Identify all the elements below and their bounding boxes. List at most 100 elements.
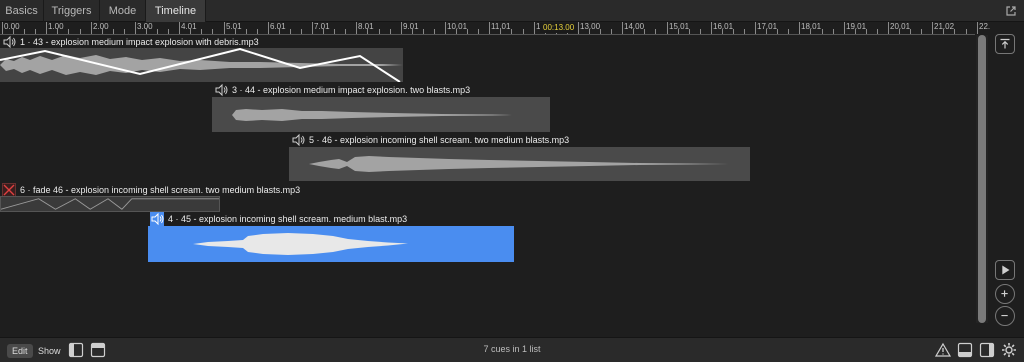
cue-header-5[interactable]: 5 · 46 - explosion incoming shell scream…: [291, 133, 569, 147]
cue-header-4[interactable]: 4 · 45 - explosion incoming shell scream…: [150, 212, 407, 226]
ruler-tick-minor: [700, 29, 701, 34]
ruler-tick-minor: [423, 29, 424, 34]
ruler-tick-minor: [689, 29, 690, 34]
ruler-tick-minor: [467, 29, 468, 34]
ruler-tick-minor: [124, 29, 125, 34]
ruler-tick-minor: [943, 29, 944, 34]
ruler-tick-minor: [833, 29, 834, 34]
cue-body-3[interactable]: [212, 97, 550, 132]
ruler-tick-minor: [279, 29, 280, 34]
ruler-tick-minor: [35, 29, 36, 34]
tab-basics[interactable]: Basics: [0, 0, 44, 22]
ruler-tick-minor: [212, 29, 213, 34]
ruler-tick-minor: [511, 29, 512, 34]
ruler-tick-minor: [57, 29, 58, 34]
ruler-tick-label: 5.01: [226, 22, 242, 31]
speaker-icon[interactable]: [150, 212, 164, 226]
ruler-tick-minor: [157, 29, 158, 34]
ruler-tick-minor: [500, 29, 501, 34]
cue-header-6[interactable]: 6 · fade 46 - explosion incoming shell s…: [2, 183, 300, 197]
vertical-scrollbar[interactable]: [976, 35, 988, 323]
ruler-tick-minor: [257, 29, 258, 34]
scrollbar-thumb[interactable]: [978, 35, 986, 323]
ruler-tick-minor: [80, 29, 81, 34]
cue-label: 3 · 44 - explosion medium impact explosi…: [232, 85, 471, 95]
tab-triggers[interactable]: Triggers: [44, 0, 100, 22]
cue-header-1[interactable]: 1 · 43 - explosion medium impact explosi…: [2, 35, 259, 49]
cue-header-3[interactable]: 3 · 44 - explosion medium impact explosi…: [214, 83, 470, 97]
ruler-tick-label: 4.01: [181, 22, 197, 31]
speaker-icon[interactable]: [2, 35, 16, 49]
ruler-tick-minor: [345, 29, 346, 34]
ruler-tick-label: 2.00: [93, 22, 109, 31]
fit-to-top-icon[interactable]: [995, 34, 1015, 54]
gear-icon[interactable]: [1001, 342, 1017, 358]
ruler-tick-minor: [633, 29, 634, 34]
cue-label: 1 · 43 - explosion medium impact explosi…: [20, 37, 259, 47]
ruler-tick-minor: [478, 29, 479, 34]
ruler-tick-minor: [168, 29, 169, 34]
ruler-tick-minor: [589, 29, 590, 34]
ruler-tick-minor: [146, 29, 147, 34]
ruler-tick-minor: [68, 29, 69, 34]
ruler-tick-label: 7.01: [314, 22, 330, 31]
tab-mode[interactable]: Mode: [100, 0, 146, 22]
ruler-tick-minor: [733, 29, 734, 34]
speaker-icon[interactable]: [214, 83, 228, 97]
cue-label: 4 · 45 - explosion incoming shell scream…: [168, 214, 408, 224]
toggle-bottom-panel-icon[interactable]: [957, 342, 973, 358]
play-icon[interactable]: [995, 260, 1015, 280]
toggle-right-panel-icon[interactable]: [979, 342, 995, 358]
tab-timeline[interactable]: Timeline: [146, 0, 206, 22]
ruler-tick-minor: [24, 29, 25, 34]
ruler-tick-label: 3.00: [137, 22, 153, 31]
ruler-tick-minor: [810, 29, 811, 34]
playhead-time-label[interactable]: 00:13.00: [540, 23, 578, 33]
ruler-tick-label: 9.01: [403, 22, 419, 31]
ruler-tick-minor: [290, 29, 291, 34]
ruler-tick-minor: [456, 29, 457, 34]
cue-body-5[interactable]: [289, 147, 750, 181]
ruler-tick-minor: [301, 29, 302, 34]
ruler-tick-minor: [379, 29, 380, 34]
warning-icon[interactable]: [935, 342, 951, 358]
zoom-out-icon[interactable]: [995, 306, 1015, 326]
ruler-tick-minor: [910, 29, 911, 34]
ruler-tick-minor: [899, 29, 900, 34]
ruler-tick-minor: [246, 29, 247, 34]
ruler-tick-minor: [201, 29, 202, 34]
cue-body-1[interactable]: [0, 48, 403, 82]
cue-label: 5 · 46 - explosion incoming shell scream…: [309, 135, 570, 145]
ruler-tick-label: 8.01: [358, 22, 374, 31]
ruler-tick-minor: [954, 29, 955, 34]
ruler-tick-minor: [13, 29, 14, 34]
ruler-tick-minor: [190, 29, 191, 34]
ruler-tick-minor: [390, 29, 391, 34]
timeline-track-area[interactable]: 1 · 43 - explosion medium impact explosi…: [0, 35, 975, 335]
fade-x-icon[interactable]: [2, 183, 16, 197]
ruler-tick-minor: [788, 29, 789, 34]
zoom-in-icon[interactable]: [995, 284, 1015, 304]
time-ruler[interactable]: 0.00 1.00 2.00 3.00 4.01 5.01 6.01 7.01 8.01 9.01…: [0, 22, 995, 35]
tab-bar: Basics Triggers Mode Timeline: [0, 0, 1024, 22]
ruler-tick-minor: [722, 29, 723, 34]
status-bar: Edit Show 7 cues in 1 list: [0, 337, 1024, 362]
cue-body-4[interactable]: [148, 226, 514, 262]
ruler-tick-minor: [412, 29, 413, 34]
speaker-icon[interactable]: [291, 133, 305, 147]
ruler-tick-minor: [678, 29, 679, 34]
ruler-tick-minor: [744, 29, 745, 34]
ruler-tick-minor: [921, 29, 922, 34]
ruler-tick-minor: [323, 29, 324, 34]
popout-icon[interactable]: [1004, 4, 1018, 18]
ruler-tick-minor: [235, 29, 236, 34]
ruler-tick-minor: [766, 29, 767, 34]
ruler-tick-minor: [966, 29, 967, 34]
ruler-tick-minor: [600, 29, 601, 34]
ruler-tick-minor: [655, 29, 656, 34]
ruler-tick-minor: [334, 29, 335, 34]
cue-body-6[interactable]: [0, 196, 220, 212]
ruler-tick-minor: [367, 29, 368, 34]
ruler-tick-minor: [877, 29, 878, 34]
cue-count-label: 7 cues in 1 list: [483, 344, 541, 354]
